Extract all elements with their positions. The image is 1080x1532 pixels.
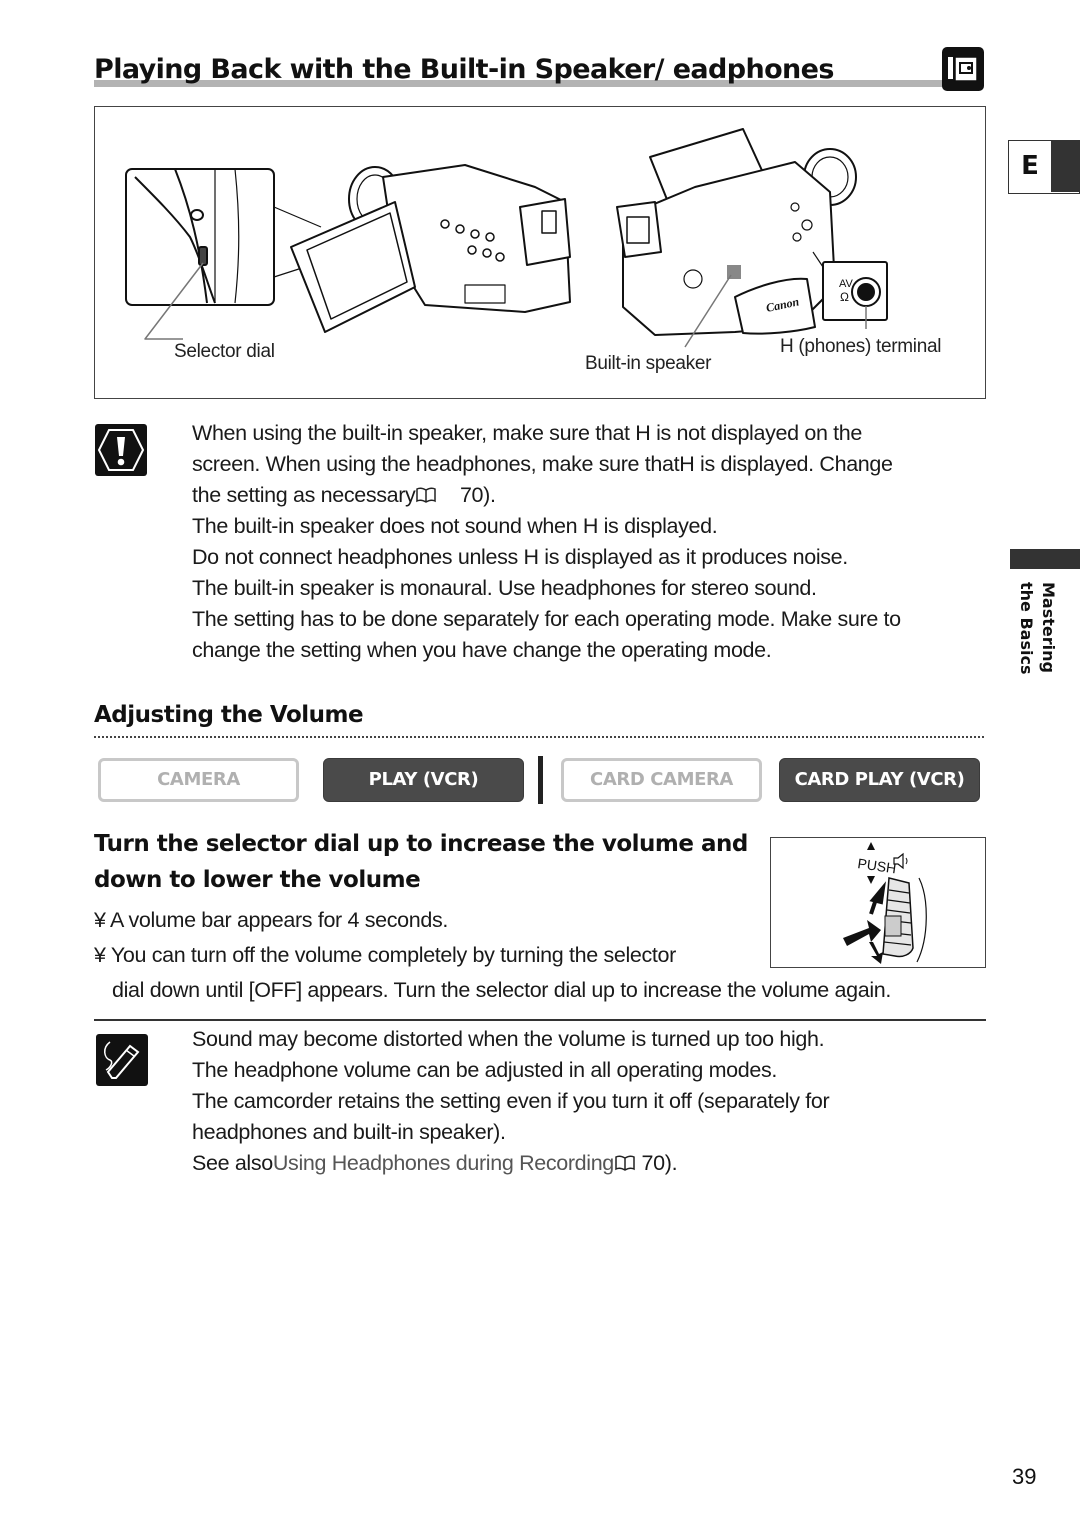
mode-badge-card-camera: CARD CAMERA xyxy=(561,758,762,802)
arrow-down-icon xyxy=(867,876,875,884)
play-vcr-mode-icon xyxy=(942,47,984,91)
caution-line: change the setting when you have change … xyxy=(192,638,772,662)
book-reference-icon xyxy=(415,482,437,503)
chapter-tab-bar xyxy=(1010,549,1080,569)
caution-line: the setting as necessary 70). xyxy=(192,480,901,511)
mode-badge-camera: CAMERA xyxy=(98,758,299,802)
mode-badge-play-vcr: PLAY (VCR) xyxy=(323,758,524,802)
note-line: headphones and built-in speaker). xyxy=(192,1120,506,1144)
note-line: The headphone volume can be adjusted in … xyxy=(192,1058,778,1082)
language-letter: E xyxy=(1021,151,1039,181)
dotted-divider xyxy=(94,736,984,738)
page-number: 39 xyxy=(1012,1464,1037,1489)
arrow-up-icon xyxy=(867,842,875,850)
bullet-item-continued: dial down until [OFF] appears. Turn the … xyxy=(112,978,891,1002)
viewfinder xyxy=(519,198,571,266)
push-label: PUSH xyxy=(857,855,898,876)
mode-group-divider xyxy=(538,756,543,804)
step-heading: Turn the selector dial up to increase th… xyxy=(94,826,754,898)
caution-line: The built-in speaker does not sound when… xyxy=(192,514,718,538)
eyecup xyxy=(616,201,662,258)
arrow-down-rotate-icon xyxy=(869,942,883,964)
book-reference-icon xyxy=(614,1150,636,1171)
callout-selector-dial: Selector dial xyxy=(174,341,275,362)
language-tab-marker xyxy=(1051,141,1080,192)
note-line: The camcorder retains the setting even i… xyxy=(192,1089,830,1113)
note-line: Sound may become distorted when the volu… xyxy=(192,1027,825,1051)
caution-page-reference: 70). xyxy=(459,483,496,507)
step-heading-line1: Turn the selector dial up to increase th… xyxy=(94,831,748,857)
callout-phones-terminal: H (phones) terminal xyxy=(780,336,942,357)
note-line: See alsoUsing Headphones during Recordin… xyxy=(192,1148,829,1179)
caution-line: The built-in speaker is monaural. Use he… xyxy=(192,576,817,600)
chapter-tab-line2: the Basics xyxy=(1017,582,1036,675)
camcorder-figure: AV Ω Canon Selector dial Built-in speake… xyxy=(94,106,986,399)
chapter-tab-line1: Mastering xyxy=(1039,582,1058,673)
page-title: Playing Back with the Built-in Speaker/ … xyxy=(94,54,834,85)
step-heading-line2: down to lower the volume xyxy=(94,867,421,893)
note-pencil-icon xyxy=(96,1034,148,1086)
note-page-reference: 70). xyxy=(641,1151,678,1175)
section-divider xyxy=(94,1019,986,1021)
arrow-up-rotate-icon xyxy=(869,881,886,915)
arrow-push-icon xyxy=(843,920,881,946)
mode-badge-card-play-vcr: CARD PLAY (VCR) xyxy=(779,758,980,802)
caution-line: When using the built-in speaker, make su… xyxy=(192,421,863,445)
jack-label-av: AV xyxy=(839,278,854,290)
callout-built-in-speaker: Built-in speaker xyxy=(585,353,712,374)
note-line-text: See also xyxy=(192,1151,273,1175)
caution-line-text: the setting as necessary xyxy=(192,483,416,507)
caution-notes: When using the built-in speaker, make su… xyxy=(192,418,901,666)
section-heading: Adjusting the Volume xyxy=(94,702,364,728)
selector-dial-detail xyxy=(198,246,208,266)
language-tab: E xyxy=(1008,140,1080,194)
chapter-tab-label: Mastering the Basics xyxy=(1012,582,1062,682)
caution-line: The setting has to be done separately fo… xyxy=(192,607,901,631)
cross-reference-link[interactable]: Using Headphones during Recording xyxy=(273,1151,614,1175)
page-header: Playing Back with the Built-in Speaker/ … xyxy=(94,47,986,92)
selector-dial-figure: PUSH xyxy=(770,837,986,968)
caution-icon xyxy=(95,424,147,476)
caution-line: Do not connect headphones unless H is di… xyxy=(192,545,848,569)
jack-label-phones: Ω xyxy=(840,290,849,304)
caution-line: screen. When using the headphones, make … xyxy=(192,452,893,476)
tips-notes: Sound may become distorted when the volu… xyxy=(192,1024,830,1179)
